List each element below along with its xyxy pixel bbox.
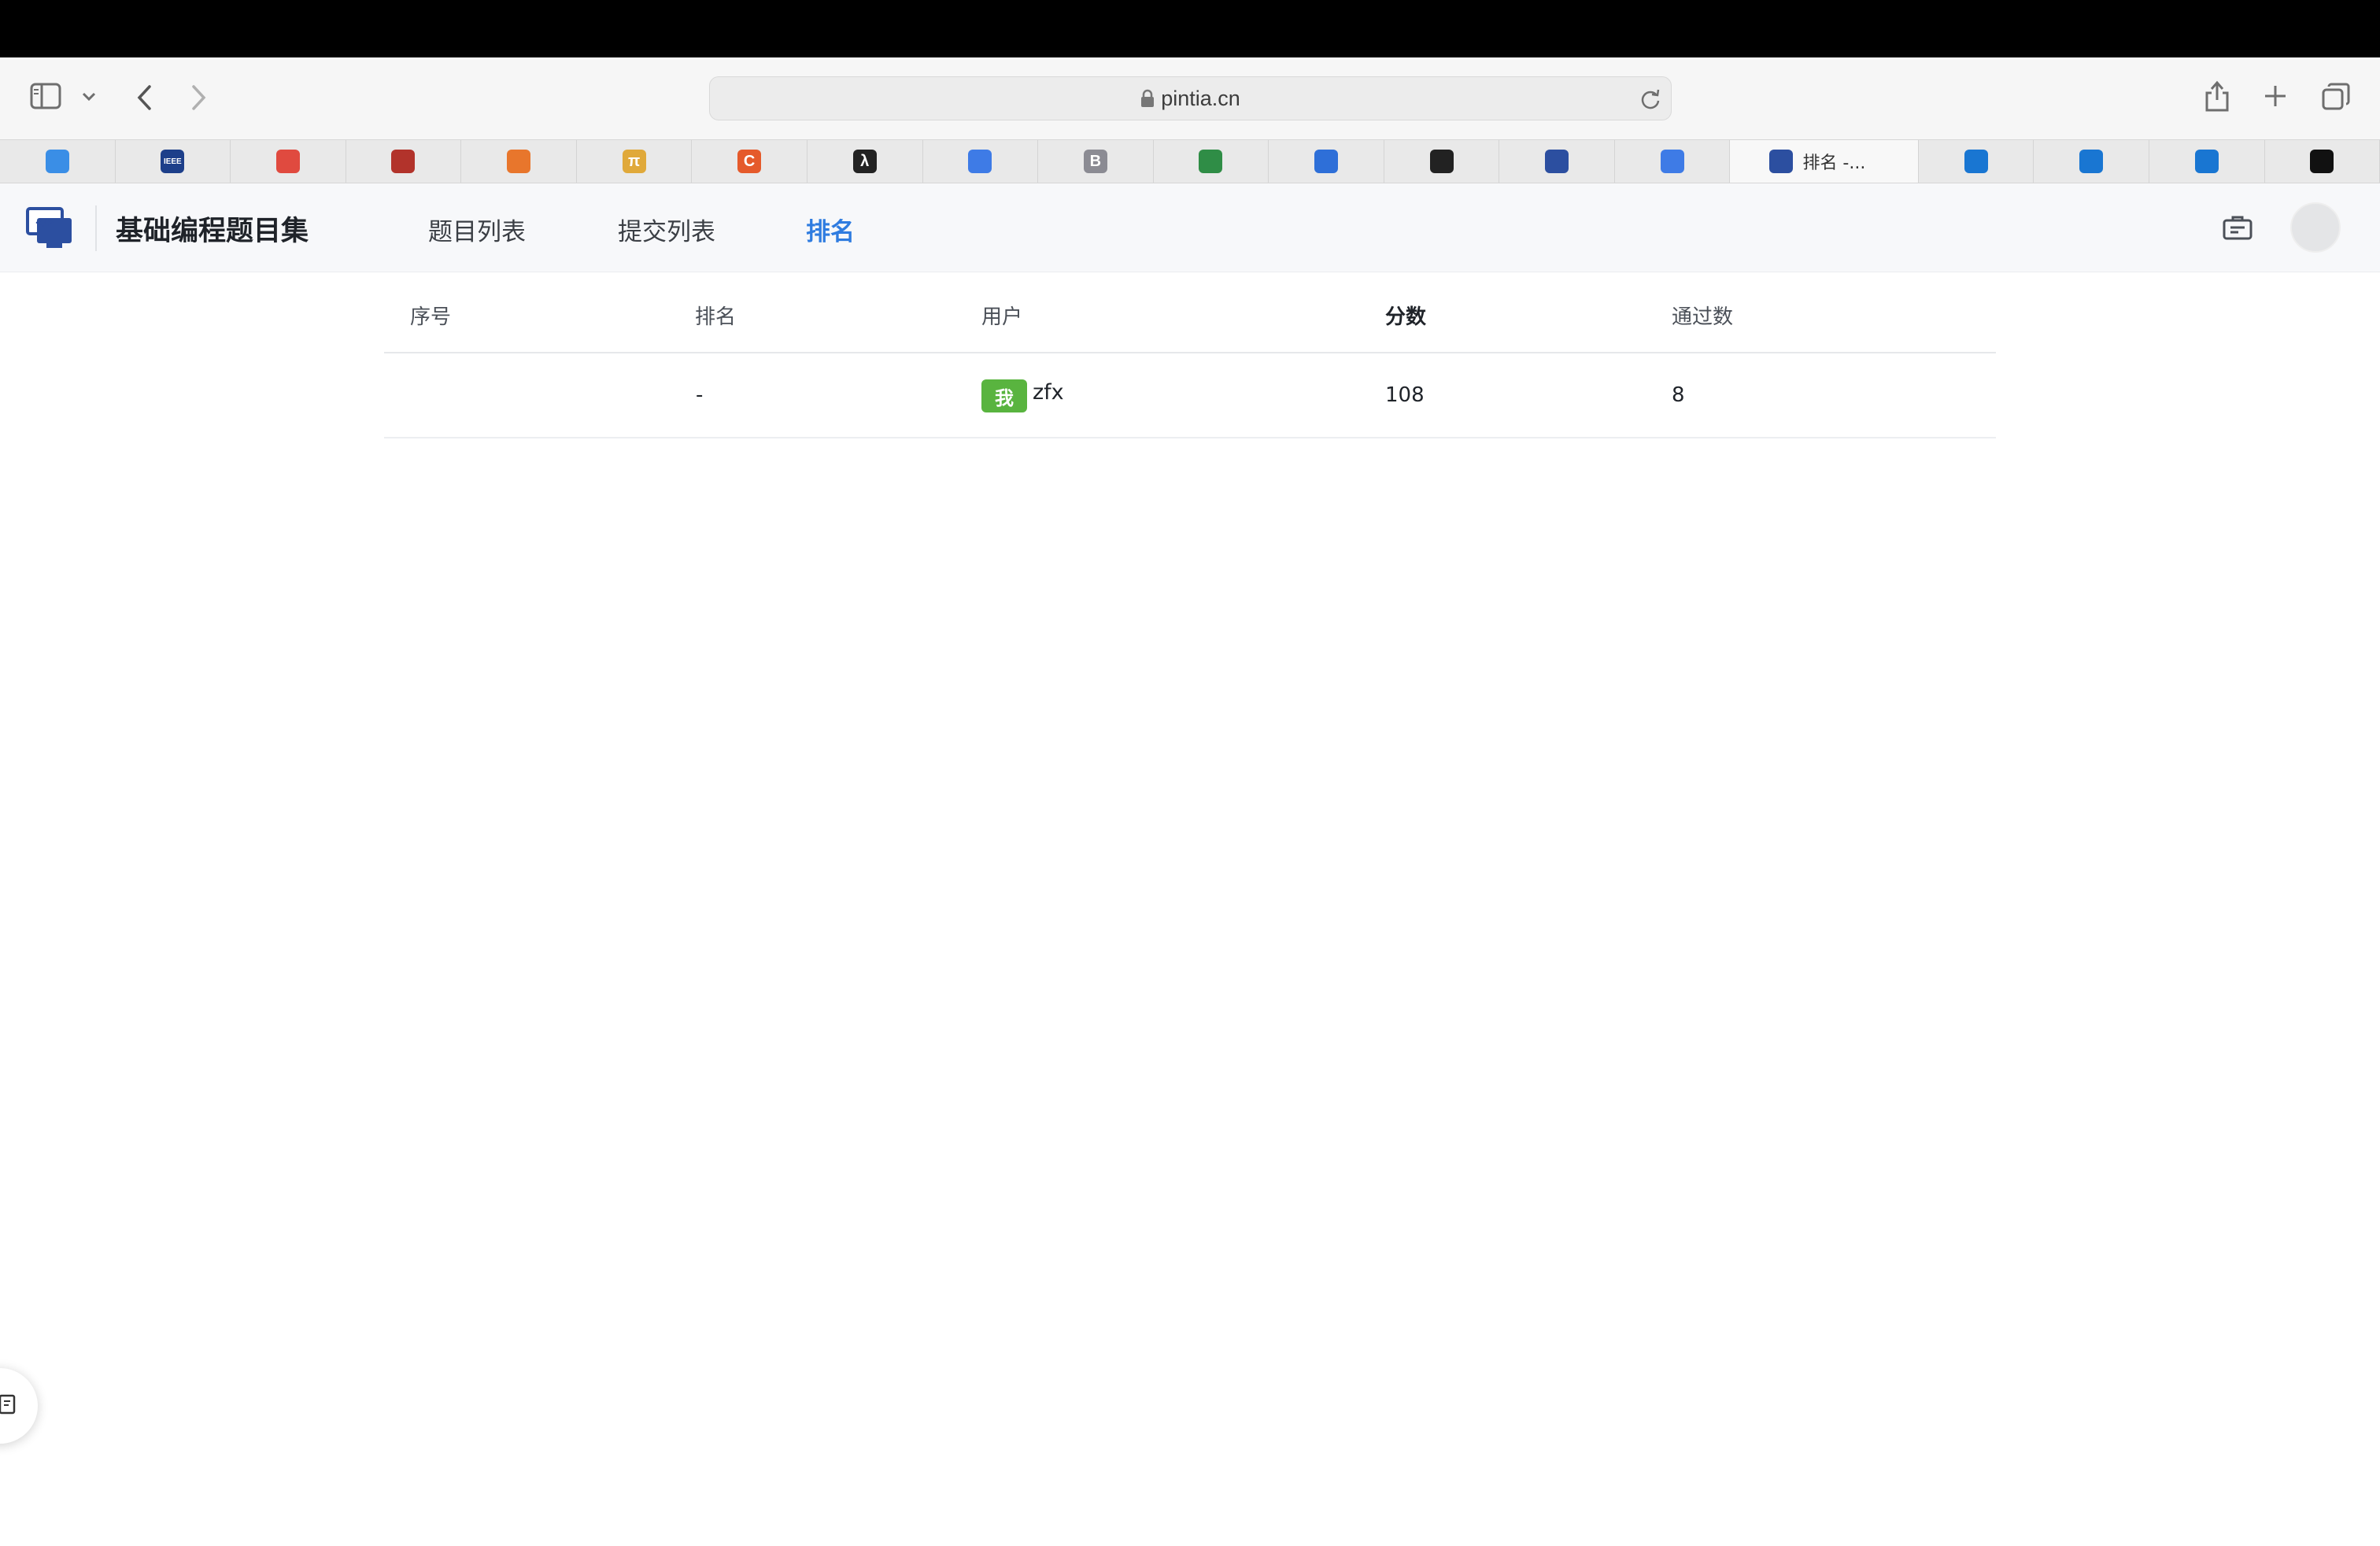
cell-score: 108 bbox=[1385, 383, 1425, 407]
pi-icon: π bbox=[622, 150, 646, 173]
tab-bar: IEEE π Cλ B 排名 -... bbox=[0, 139, 2380, 183]
site-header: </> 基础编程题目集 题目列表 提交列表 排名 bbox=[0, 183, 2380, 272]
browser-tab[interactable]: λ bbox=[808, 140, 923, 183]
crest-icon bbox=[1545, 150, 1569, 173]
b-icon: B bbox=[1083, 150, 1107, 173]
tab-title: 排名 -... bbox=[1802, 153, 1866, 173]
github-icon bbox=[2310, 150, 2334, 173]
browser-tab[interactable] bbox=[1269, 140, 1384, 183]
browser-tab[interactable] bbox=[346, 140, 462, 183]
sidebar-toggle-icon[interactable] bbox=[30, 83, 61, 109]
geeks-icon bbox=[1199, 150, 1223, 173]
col-passed-header[interactable]: 通过数 bbox=[1672, 301, 1733, 330]
book-icon bbox=[1429, 150, 1454, 173]
chevron-down-icon[interactable] bbox=[82, 92, 96, 102]
lock-icon bbox=[1140, 89, 1155, 108]
cell-user: zfx bbox=[1033, 380, 1064, 405]
browser-tab[interactable] bbox=[2265, 140, 2380, 183]
oracle-icon bbox=[275, 150, 300, 173]
square-gradient-icon bbox=[968, 150, 992, 173]
cell-rank: - bbox=[696, 383, 704, 407]
pta-logo-icon bbox=[45, 150, 69, 173]
share-icon[interactable] bbox=[2204, 80, 2230, 113]
nav-problem-list[interactable]: 题目列表 bbox=[428, 212, 526, 247]
me-badge: 我 bbox=[981, 379, 1027, 412]
hexagon-icon bbox=[1314, 150, 1338, 173]
pintia-icon bbox=[1769, 150, 1794, 173]
table-header: 序号 排名 用户 分数 通过数 bbox=[384, 272, 1996, 353]
table-row: - 我 zfx 108 8 bbox=[384, 353, 1996, 438]
browser-toolbar: pintia.cn bbox=[0, 57, 2380, 139]
browser-tab[interactable] bbox=[2149, 140, 2265, 183]
col-rank-header: 排名 bbox=[695, 305, 737, 329]
ieee-icon: IEEE bbox=[161, 150, 185, 173]
nav-ranking[interactable]: 排名 bbox=[806, 212, 855, 247]
wave-icon bbox=[2079, 150, 2104, 173]
browser-tab[interactable]: IEEE bbox=[116, 140, 231, 183]
browser-tab[interactable]: π bbox=[577, 140, 693, 183]
gear-sun-icon bbox=[507, 150, 531, 173]
header-divider bbox=[95, 205, 97, 251]
address-bar[interactable]: pintia.cn bbox=[709, 76, 1672, 120]
browser-tab[interactable] bbox=[231, 140, 346, 183]
url-text: pintia.cn bbox=[1161, 86, 1240, 110]
feedback-icon bbox=[0, 1394, 16, 1418]
cell-passed: 8 bbox=[1672, 383, 1685, 407]
browser-tab[interactable] bbox=[2034, 140, 2149, 183]
svg-text:</>: </> bbox=[35, 217, 54, 229]
cambridge-shield-icon bbox=[391, 150, 416, 173]
system-menu-bar bbox=[0, 0, 2380, 57]
browser-tab[interactable]: B bbox=[1038, 140, 1154, 183]
pintia-logo-icon[interactable]: </> bbox=[26, 207, 73, 250]
feedback-float-button[interactable] bbox=[0, 1368, 38, 1444]
col-user-header: 用户 bbox=[981, 305, 1023, 329]
back-arrow-icon[interactable] bbox=[135, 84, 153, 111]
wave-icon bbox=[2194, 150, 2219, 173]
browser-tab[interactable] bbox=[1499, 140, 1615, 183]
browser-tab[interactable]: C bbox=[692, 140, 808, 183]
col-index-header: 序号 bbox=[410, 305, 452, 329]
browser-tab[interactable] bbox=[1154, 140, 1269, 183]
square-gradient-icon bbox=[1660, 150, 1684, 173]
site-title[interactable]: 基础编程题目集 bbox=[116, 209, 309, 249]
browser-tab[interactable] bbox=[0, 140, 116, 183]
ranking-table: 序号 排名 用户 分数 通过数 - 我 zfx 108 8 bbox=[384, 272, 1996, 438]
nav-submission-list[interactable]: 提交列表 bbox=[618, 212, 715, 247]
browser-tab[interactable] bbox=[1919, 140, 2034, 183]
c-icon: C bbox=[737, 150, 762, 173]
tab-overview-icon[interactable] bbox=[2322, 83, 2350, 111]
page: pintia.cn IEEEπCλB排名 -... </> 基础编程题目 bbox=[0, 0, 2380, 1546]
browser-tab[interactable] bbox=[923, 140, 1039, 183]
briefcase-icon[interactable] bbox=[2223, 215, 2252, 243]
col-score-header[interactable]: 分数 bbox=[1385, 301, 1426, 330]
lambda-icon: λ bbox=[852, 150, 877, 173]
wave-icon bbox=[1964, 150, 1988, 173]
forward-arrow-icon[interactable] bbox=[190, 84, 208, 111]
browser-tab[interactable] bbox=[461, 140, 577, 183]
reload-icon[interactable] bbox=[1639, 87, 1661, 114]
avatar[interactable] bbox=[2290, 202, 2341, 253]
browser-tab[interactable]: 排名 -... bbox=[1730, 140, 1919, 183]
new-tab-plus-icon[interactable] bbox=[2264, 84, 2287, 108]
browser-tab[interactable] bbox=[1384, 140, 1500, 183]
browser-tab[interactable] bbox=[1615, 140, 1731, 183]
